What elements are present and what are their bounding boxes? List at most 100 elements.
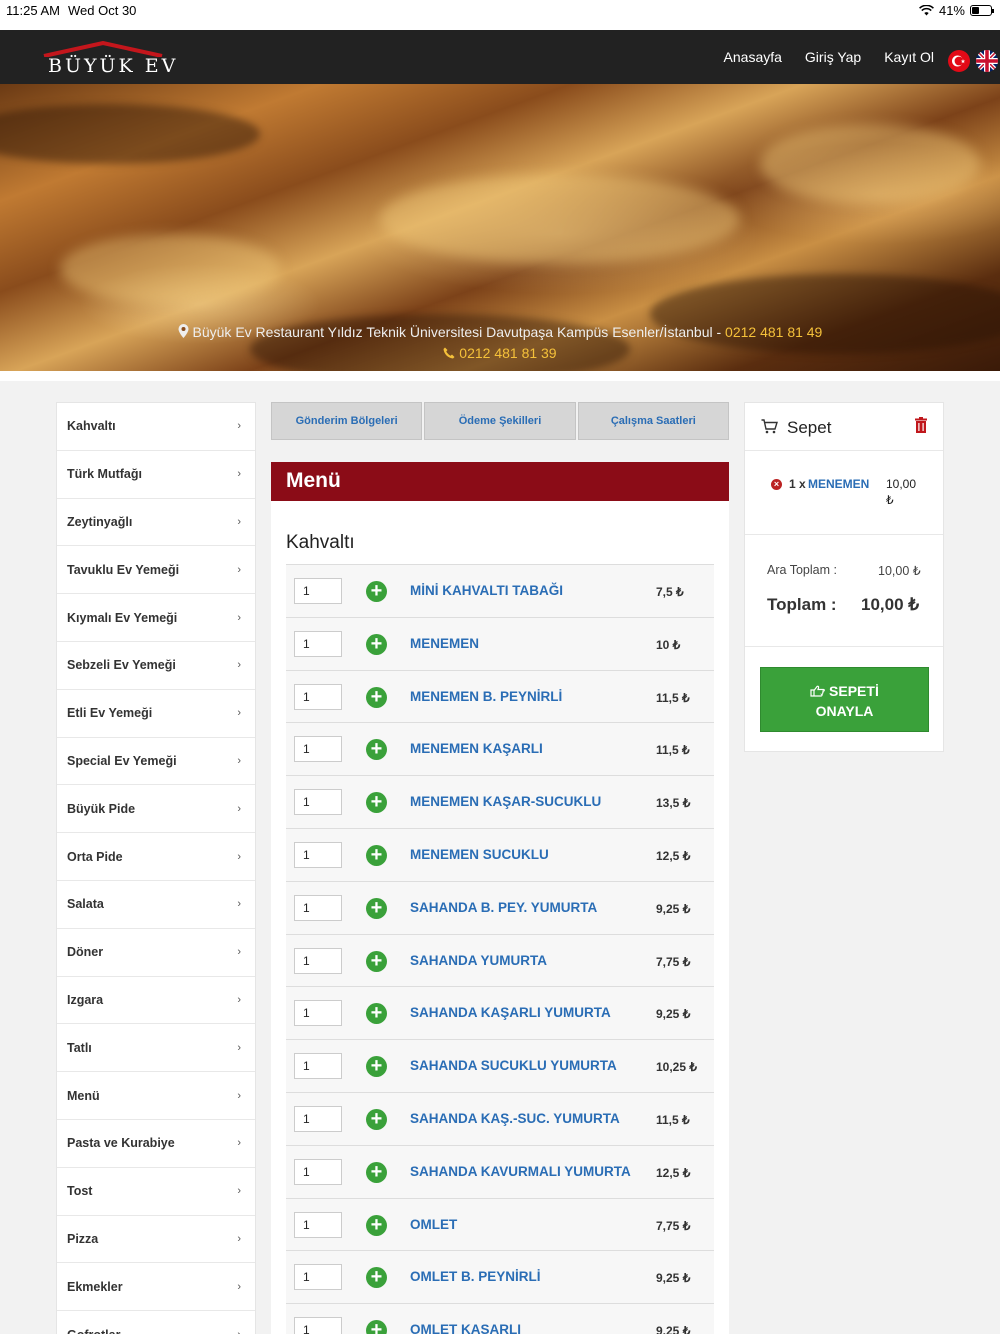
sidebar-item[interactable]: Büyük Pide › — [57, 785, 255, 834]
menu-item-name[interactable]: OMLET KAŞARLI — [410, 1322, 521, 1334]
add-to-cart-icon[interactable]: + — [366, 1161, 387, 1183]
add-to-cart-icon[interactable]: + — [366, 897, 387, 919]
menu-item-name[interactable]: SAHANDA B. PEY. YUMURTA — [410, 900, 597, 915]
sidebar-item[interactable]: Sebzeli Ev Yemeği › — [57, 642, 255, 690]
sidebar-item[interactable]: Pasta ve Kurabiye › — [57, 1120, 255, 1168]
sidebar-item[interactable]: Tatlı › — [57, 1024, 255, 1073]
menu-item-price: 9,25 ₺ — [656, 1007, 691, 1022]
sidebar-item[interactable]: Tavuklu Ev Yemeği › — [57, 546, 255, 595]
add-to-cart-icon[interactable]: + — [366, 950, 387, 972]
sidebar-item-label: Gofrotlar — [67, 1328, 120, 1334]
add-to-cart-icon[interactable]: + — [366, 739, 387, 761]
shopping-cart-icon — [761, 419, 778, 434]
menu-item-name[interactable]: SAHANDA YUMURTA — [410, 953, 547, 968]
uk-flag-icon[interactable] — [976, 50, 998, 72]
quantity-input[interactable]: 1 — [294, 1053, 342, 1080]
sidebar-item[interactable]: Izgara › — [57, 977, 255, 1025]
hero-phone[interactable]: 0212 481 81 39 — [459, 345, 556, 361]
sidebar-item-label: Etli Ev Yemeği — [67, 706, 153, 721]
menu-item-name[interactable]: SAHANDA KAVURMALI YUMURTA — [410, 1164, 631, 1179]
add-to-cart-icon[interactable]: + — [366, 1108, 387, 1130]
sidebar-item[interactable]: Gofrotlar › — [57, 1311, 255, 1334]
quantity-input[interactable]: 1 — [294, 578, 342, 604]
menu-item-name[interactable]: MENEMEN — [410, 636, 479, 651]
status-time: 11:25 AM — [6, 3, 60, 18]
menu-item-name[interactable]: OMLET — [410, 1217, 457, 1232]
remove-item-icon[interactable]: × — [771, 479, 782, 490]
menu-item-name[interactable]: MİNİ KAHVALTI TABAĞI — [410, 583, 563, 598]
quantity-input[interactable]: 1 — [294, 1317, 342, 1334]
add-to-cart-icon[interactable]: + — [366, 1267, 387, 1289]
trash-icon[interactable] — [915, 417, 927, 433]
sidebar-item[interactable]: Salata › — [57, 881, 255, 929]
nav-link-register[interactable]: Kayıt Ol — [884, 49, 934, 65]
sidebar-item[interactable]: Menü › — [57, 1072, 255, 1120]
menu-item-name[interactable]: MENEMEN KAŞARLI — [410, 741, 543, 756]
nav-link-home[interactable]: Anasayfa — [724, 49, 782, 65]
quantity-input[interactable]: 1 — [294, 947, 342, 974]
sidebar-item-label: Sebzeli Ev Yemeği — [67, 658, 176, 673]
sidebar-item[interactable]: Special Ev Yemeği › — [57, 738, 255, 786]
phone-icon — [443, 347, 455, 359]
add-to-cart-icon[interactable]: + — [366, 1056, 387, 1078]
quantity-input[interactable]: 1 — [294, 736, 342, 763]
confirm-cart-button[interactable]: SEPETİ ONAYLA — [760, 667, 929, 732]
quantity-input[interactable]: 1 — [294, 841, 342, 868]
menu-item-name[interactable]: MENEMEN B. PEYNİRLİ — [410, 689, 562, 704]
add-to-cart-icon[interactable]: + — [366, 633, 387, 655]
category-title: Kahvaltı — [286, 532, 355, 553]
menu-item-row: 1 + MENEMEN KAŞAR-SUCUKLU 13,5 ₺ — [286, 775, 714, 828]
site-logo[interactable]: BÜYÜK EV — [42, 38, 175, 78]
quantity-input[interactable]: 1 — [294, 630, 342, 657]
menu-item-price: 9,25 ₺ — [656, 901, 691, 916]
quantity-input[interactable]: 1 — [294, 1000, 342, 1027]
quantity-input[interactable]: 1 — [294, 683, 342, 710]
sidebar-item[interactable]: Orta Pide › — [57, 833, 255, 881]
add-to-cart-icon[interactable]: + — [366, 1003, 387, 1025]
sidebar-item-label: Ekmekler — [67, 1279, 123, 1294]
menu-item-name[interactable]: OMLET B. PEYNİRLİ — [410, 1269, 541, 1284]
sidebar-item[interactable]: Pizza › — [57, 1216, 255, 1264]
sidebar-item[interactable]: Tost › — [57, 1168, 255, 1216]
menu-item-name[interactable]: SAHANDA SUCUKLU YUMURTA — [410, 1058, 617, 1073]
quantity-input[interactable]: 1 — [294, 1211, 342, 1238]
menu-item-row: 1 + SAHANDA B. PEY. YUMURTA 9,25 ₺ — [286, 880, 714, 934]
menu-item-price: 7,5 ₺ — [656, 585, 684, 599]
sidebar-item[interactable]: Kahvaltı › — [57, 403, 255, 451]
add-to-cart-icon[interactable]: + — [366, 1320, 387, 1334]
quantity-input[interactable]: 1 — [294, 1264, 342, 1291]
add-to-cart-icon[interactable]: + — [366, 1214, 387, 1236]
add-to-cart-icon[interactable]: + — [366, 792, 387, 814]
sidebar-item[interactable]: Kıymalı Ev Yemeği › — [57, 594, 255, 642]
tab-payment-methods[interactable]: Ödeme Şekilleri — [424, 402, 576, 440]
hero-address-phone[interactable]: 0212 481 81 49 — [725, 324, 822, 340]
menu-item-price: 9,25 ₺ — [656, 1271, 691, 1286]
sidebar-item[interactable]: Türk Mutfağı › — [57, 451, 255, 499]
add-to-cart-icon[interactable]: + — [366, 844, 387, 866]
sidebar-item[interactable]: Zeytinyağlı › — [57, 499, 255, 547]
menu-item-name[interactable]: MENEMEN SUCUKLU — [410, 847, 549, 862]
cart-line-name[interactable]: MENEMEN — [808, 477, 869, 491]
quantity-input[interactable]: 1 — [294, 1158, 342, 1185]
nav-link-login[interactable]: Giriş Yap — [805, 49, 861, 65]
add-to-cart-icon[interactable]: + — [366, 686, 387, 708]
tab-delivery-areas[interactable]: Gönderim Bölgeleri — [271, 402, 423, 440]
tab-working-hours[interactable]: Çalışma Saatleri — [577, 402, 729, 440]
quantity-input[interactable]: 1 — [294, 1105, 342, 1132]
sidebar-item[interactable]: Ekmekler › — [57, 1263, 255, 1312]
add-to-cart-icon[interactable]: + — [366, 581, 387, 602]
cart-header: Sepet — [745, 403, 943, 451]
quantity-input[interactable]: 1 — [294, 789, 342, 816]
menu-item-name[interactable]: SAHANDA KAŞ.-SUC. YUMURTA — [410, 1111, 620, 1126]
sidebar-item[interactable]: Döner › — [57, 929, 255, 977]
sidebar-item[interactable]: Etli Ev Yemeği › — [57, 690, 255, 738]
menu-item-row: 1 + MİNİ KAHVALTI TABAĞI 7,5 ₺ — [286, 564, 714, 617]
chevron-right-icon: › — [237, 754, 241, 767]
menu-item-row: 1 + MENEMEN KAŞARLI 11,5 ₺ — [286, 722, 714, 776]
quantity-input[interactable]: 1 — [294, 894, 342, 921]
turkey-flag-icon[interactable] — [948, 50, 970, 72]
menu-item-name[interactable]: MENEMEN KAŞAR-SUCUKLU — [410, 794, 601, 809]
hero-address-line: Büyük Ev Restaurant Yıldız Teknik Üniver… — [0, 324, 1000, 340]
sidebar-item-label: Kıymalı Ev Yemeği — [67, 610, 178, 625]
menu-item-name[interactable]: SAHANDA KAŞARLI YUMURTA — [410, 1005, 611, 1020]
